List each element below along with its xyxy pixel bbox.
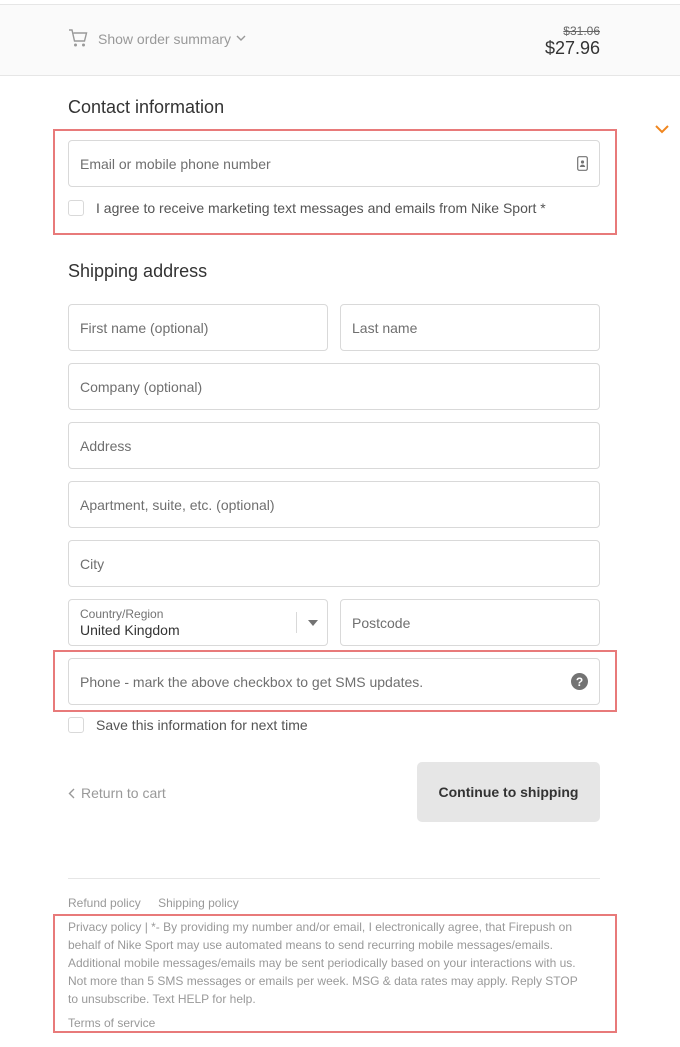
last-name-input[interactable]	[352, 319, 588, 336]
email-or-phone-field[interactable]	[68, 140, 600, 187]
shipping-policy-link[interactable]: Shipping policy	[158, 896, 239, 910]
email-or-phone-input[interactable]	[80, 155, 577, 172]
footer-links: Refund policy Shipping policy	[68, 896, 253, 910]
chevron-down-icon[interactable]	[654, 124, 670, 134]
country-region-value: United Kingdom	[80, 621, 180, 638]
marketing-consent-row[interactable]: I agree to receive marketing text messag…	[68, 200, 546, 216]
cart-icon	[69, 29, 88, 47]
footer-divider	[68, 878, 600, 879]
chevron-down-icon	[236, 35, 246, 41]
terms-of-service-link[interactable]: Terms of service	[68, 1016, 155, 1030]
country-region-label: Country/Region	[80, 606, 164, 621]
save-info-row[interactable]: Save this information for next time	[68, 717, 308, 733]
contact-information-heading: Contact information	[68, 97, 225, 117]
country-region-select[interactable]: Country/Region United Kingdom	[68, 599, 328, 646]
first-name-input[interactable]	[80, 319, 316, 336]
first-name-field[interactable]	[68, 304, 328, 351]
phone-input[interactable]	[80, 673, 571, 690]
last-name-field[interactable]	[340, 304, 600, 351]
save-info-label: Save this information for next time	[96, 717, 308, 733]
return-to-cart-link[interactable]: Return to cart	[68, 785, 166, 801]
show-order-summary-toggle[interactable]: Show order summary	[68, 29, 256, 48]
shipping-address-heading: Shipping address	[68, 261, 208, 281]
city-input[interactable]	[80, 555, 588, 572]
address-input[interactable]	[80, 437, 588, 454]
total-price: $27.96	[544, 38, 600, 58]
show-order-summary-label: Show order summary	[98, 30, 232, 47]
company-field[interactable]	[68, 363, 600, 410]
order-summary-bar: Show order summary $31.06 $27.96	[0, 4, 680, 76]
help-icon[interactable]: ?	[571, 673, 588, 690]
refund-policy-link[interactable]: Refund policy	[68, 896, 141, 910]
apartment-field[interactable]	[68, 481, 600, 528]
address-field[interactable]	[68, 422, 600, 469]
select-divider	[296, 612, 297, 633]
save-info-checkbox[interactable]	[68, 717, 84, 733]
postcode-field[interactable]	[340, 599, 600, 646]
apartment-input[interactable]	[80, 496, 588, 513]
chevron-left-icon	[68, 788, 75, 798]
city-field[interactable]	[68, 540, 600, 587]
company-input[interactable]	[80, 378, 588, 395]
return-to-cart-label: Return to cart	[81, 785, 166, 801]
privacy-policy-text: Privacy policy | *- By providing my numb…	[68, 920, 578, 1006]
phone-field[interactable]: ?	[68, 658, 600, 705]
continue-to-shipping-button[interactable]: Continue to shipping	[417, 762, 600, 822]
original-price: $31.06	[563, 24, 600, 38]
marketing-consent-checkbox[interactable]	[68, 200, 84, 216]
postcode-input[interactable]	[352, 614, 588, 631]
contact-card-icon	[577, 156, 588, 171]
marketing-consent-label: I agree to receive marketing text messag…	[96, 200, 546, 216]
caret-down-icon	[308, 620, 318, 626]
